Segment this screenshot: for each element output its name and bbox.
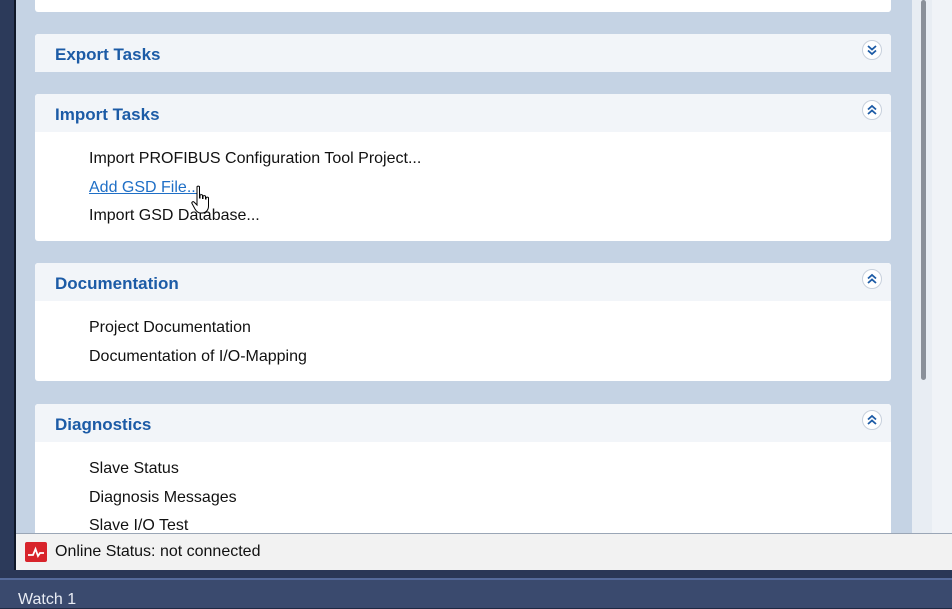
collapse-chevron-icon[interactable] [862,100,882,120]
io-mapping-documentation-link[interactable]: Documentation of I/O-Mapping [89,346,891,375]
documentation-title: Documentation [55,274,179,293]
task-pane: Export Tasks Import Tasks Import PROFIBU… [16,0,952,533]
slave-status-link[interactable]: Slave Status [89,458,891,487]
window-frame-left [0,0,16,578]
import-tasks-header[interactable]: Import Tasks [35,94,891,132]
watch-tab-label: Watch 1 [18,591,77,608]
expand-chevron-icon[interactable] [862,40,882,60]
diagnostics-header[interactable]: Diagnostics [35,404,891,442]
collapse-chevron-icon[interactable] [862,269,882,289]
import-profibus-project-link[interactable]: Import PROFIBUS Configuration Tool Proje… [89,148,891,177]
dock-divider [0,570,952,578]
slave-io-test-link[interactable]: Slave I/O Test [89,515,891,533]
diagnostics-panel: Diagnostics Slave Status Diagnosis Messa… [35,404,891,533]
collapse-chevron-icon[interactable] [862,410,882,430]
previous-panel-stub [35,0,891,12]
watch-window-tab[interactable]: Watch 1 [0,578,952,608]
status-bar: Online Status: not connected [16,533,952,570]
export-tasks-header[interactable]: Export Tasks [35,34,891,72]
scrollbar-thumb[interactable] [921,0,926,380]
right-edge-strip [932,0,952,533]
project-documentation-link[interactable]: Project Documentation [89,317,891,346]
diagnosis-messages-link[interactable]: Diagnosis Messages [89,487,891,516]
hand-pointer-cursor-icon [191,185,213,217]
diagnostics-title: Diagnostics [55,415,152,434]
network-status-icon [25,542,47,562]
export-tasks-title: Export Tasks [55,45,161,64]
export-tasks-panel: Export Tasks [35,34,891,72]
online-status-text: Online Status: not connected [55,543,261,560]
import-tasks-title: Import Tasks [55,105,160,124]
import-tasks-panel: Import Tasks Import PROFIBUS Configurati… [35,94,891,241]
documentation-header[interactable]: Documentation [35,263,891,301]
documentation-panel: Documentation Project Documentation Docu… [35,263,891,381]
